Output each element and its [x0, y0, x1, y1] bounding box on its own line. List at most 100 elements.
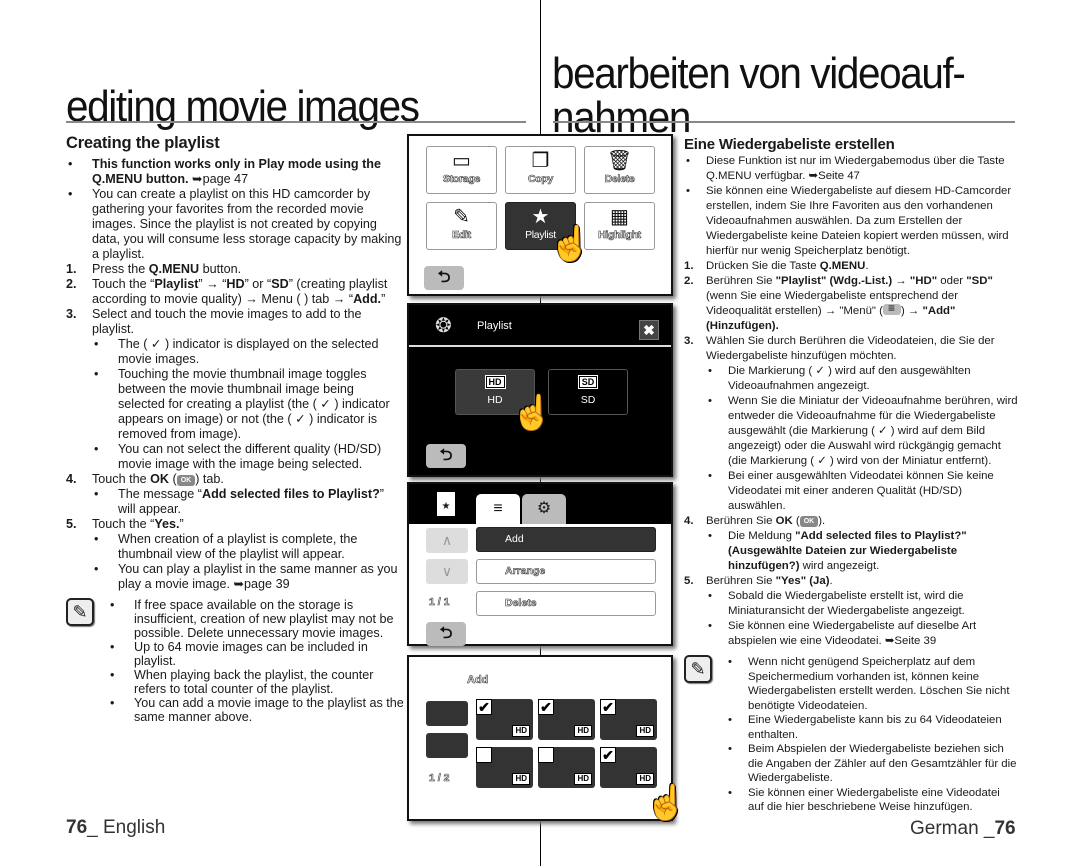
step-5: 5. Berühren Sie "Yes" (Ja).: [684, 575, 833, 587]
playlist-button[interactable]: ★ Playlist: [505, 202, 576, 250]
playlist-file-icon: ★: [531, 206, 550, 228]
list-item: • You can not select the different qualit…: [94, 442, 382, 471]
list-item: • The message “Add selected files to Play…: [94, 487, 384, 516]
menu-item-arrange[interactable]: Arrange: [476, 559, 656, 584]
page-indicator: 1 / 2: [429, 772, 450, 785]
hd-button[interactable]: HD HD: [455, 369, 535, 415]
list-item: • Die Meldung "Add selected files to Play…: [708, 530, 967, 572]
checkbox[interactable]: [476, 747, 492, 763]
step-1: 1. Press the Q.MENU button.: [66, 262, 242, 276]
step-2: 2. Berühren Sie "Playlist" (Wdg.-List.) →…: [684, 274, 1018, 334]
ok-button-icon: OK: [799, 516, 819, 527]
step-4: 4. Touch the OK (OK) tab.: [66, 472, 224, 486]
trash-icon: 🗑: [606, 150, 633, 172]
film-reel-icon: ❂: [435, 315, 452, 337]
touch-hand-icon: ☝: [645, 784, 688, 822]
hd-badge-icon: HD: [484, 375, 506, 389]
checkbox[interactable]: ✔: [538, 699, 554, 715]
checkbox[interactable]: ✔: [476, 699, 492, 715]
menu-item-add[interactable]: Add: [476, 527, 656, 552]
list-item: • Wenn Sie die Miniatur der Videoaufnahme…: [708, 395, 1018, 467]
back-button[interactable]: ⮌: [424, 266, 464, 290]
hd-badge-icon: HD: [636, 773, 654, 785]
sd-button[interactable]: SD SD: [548, 369, 628, 415]
thumbnail[interactable]: ✔ HD: [476, 699, 533, 740]
list-item: • Beim Abspielen der Wiedergabeliste bezi…: [728, 743, 1017, 784]
step-4: 4. Berühren Sie OK (OK).: [684, 515, 826, 527]
step-5: 5. Touch the “Yes.”: [66, 517, 184, 531]
thumbnail[interactable]: ✔ HD: [600, 699, 657, 740]
title-rule: [66, 121, 526, 123]
note-box: ✎ • If free space available on the storag…: [66, 598, 404, 724]
list-item: • Die Markierung ( ✓ ) wird auf den ausge…: [708, 365, 971, 392]
page-indicator: 1 / 1: [429, 596, 450, 609]
list-item: • This function works only in Play mode u…: [68, 157, 381, 186]
screen-playlist-quality: ❂ Playlist ✖ HD HD SD SD ⮌ ☝: [407, 303, 673, 477]
hd-badge-icon: HD: [512, 725, 530, 737]
pencil-icon: ✎: [453, 206, 470, 228]
page-footer-german: German _76: [910, 818, 1016, 839]
page-footer-english: 76_ English: [66, 817, 166, 838]
list-item: • You can create a playlist on this HD c…: [68, 187, 402, 261]
list-item: • Wenn nicht genügend Speicherplatz auf d…: [728, 656, 1010, 712]
back-button[interactable]: ⮌: [426, 622, 466, 646]
highlight-button[interactable]: ▦ Highlight: [584, 202, 655, 250]
thumbnail[interactable]: ✔ HD: [538, 699, 595, 740]
title-rule: [553, 121, 1015, 123]
storage-button[interactable]: ▭ Storage: [426, 146, 497, 194]
list-item: • Sie können eine Wiedergabeliste auf die…: [708, 620, 977, 647]
page-title-german: bearbeiten von videoauf- nahmen: [552, 49, 966, 142]
list-item: • Bei einer ausgewählten Videodatei könne…: [708, 470, 994, 512]
ok-button-icon: OK: [176, 475, 196, 486]
list-item: • If free space available on the storage …: [110, 598, 394, 640]
list-item: • You can play a playlist in the same man…: [94, 562, 398, 591]
scroll-down-button[interactable]: ∨: [426, 559, 468, 584]
screen-playlist-menu: ★ ≡ ⚙ ∧ ∨ 1 / 1 Add Arrange Delete ⮌: [407, 482, 673, 646]
note-icon: ✎: [66, 598, 94, 626]
edit-button[interactable]: ✎ Edit: [426, 202, 497, 250]
back-button[interactable]: ⮌: [426, 444, 466, 468]
thumbnail[interactable]: ✔ HD: [600, 747, 657, 788]
hd-badge-icon: HD: [574, 773, 592, 785]
list-item: • Eine Wiedergabeliste kann bis zu 64 Vid…: [728, 714, 1002, 741]
film-strip-icon: ▦: [610, 206, 629, 228]
list-item: • You can add a movie image to the playli…: [110, 696, 404, 724]
copy-icon: ❐: [531, 150, 550, 172]
note-box: ✎ • Wenn nicht genügend Speicherplatz auf…: [684, 655, 1018, 815]
list-item: • Sie können eine Wiedergabeliste auf die…: [686, 185, 1012, 257]
thumbnail[interactable]: HD: [476, 747, 533, 788]
step-2: 2. Touch the “Playlist” → “HD” or “SD” (c…: [66, 277, 388, 306]
screen-header: ❂ Playlist ✖: [409, 305, 671, 347]
tab-settings[interactable]: ⚙: [522, 494, 566, 524]
tab-bar: ★ ≡ ⚙: [409, 484, 671, 524]
list-item: • The ( ✓ ) indicator is displayed on the…: [94, 337, 379, 366]
step-3: 3. Select and touch the movie images to a…: [66, 307, 362, 336]
copy-button[interactable]: ❐ Copy: [505, 146, 576, 194]
list-item: • Sobald die Wiedergabeliste erstellt ist…: [708, 590, 965, 617]
list-item: • When creation of a playlist is complete…: [94, 532, 358, 561]
list-item: • Up to 64 movie images can be included i…: [110, 640, 368, 668]
checkbox[interactable]: ✔: [600, 747, 616, 763]
list-item: • Sie können einer Wiedergabeliste eine V…: [728, 786, 1000, 814]
close-button[interactable]: ✖: [639, 320, 659, 340]
cancel-button[interactable]: [426, 733, 468, 758]
scroll-up-button[interactable]: ∧: [426, 528, 468, 553]
list-item: • Diese Funktion ist nur im Wiedergabemod…: [686, 155, 1005, 182]
screen-qmenu: ▭ Storage ❐ Copy 🗑 Delete ✎ Edit ★ Playlist ▦…: [407, 134, 673, 296]
step-3: 3. Wählen Sie durch Berühren die Videodat…: [684, 335, 995, 362]
hd-badge-icon: HD: [636, 725, 654, 737]
hd-badge-icon: HD: [574, 725, 592, 737]
german-column: Eine Wiedergabeliste erstellen • Diese Fu…: [684, 137, 1018, 815]
screen-add-thumbnails: Add 1 / 2 ✔ HD ✔ HD ✔ HD HD HD ✔ HD ☝: [407, 655, 687, 822]
checkbox[interactable]: [538, 747, 554, 763]
screen-title: Add: [467, 674, 489, 687]
checkbox[interactable]: ✔: [600, 699, 616, 715]
sd-badge-icon: SD: [577, 375, 599, 389]
menu-item-delete[interactable]: Delete: [476, 591, 656, 616]
english-column: Creating the playlist • This function wor…: [66, 135, 404, 724]
thumbnail[interactable]: HD: [538, 747, 595, 788]
tab-menu[interactable]: ≡: [476, 494, 520, 524]
delete-button[interactable]: 🗑 Delete: [584, 146, 655, 194]
screen-title: Playlist: [477, 320, 512, 332]
ok-button[interactable]: [426, 701, 468, 726]
